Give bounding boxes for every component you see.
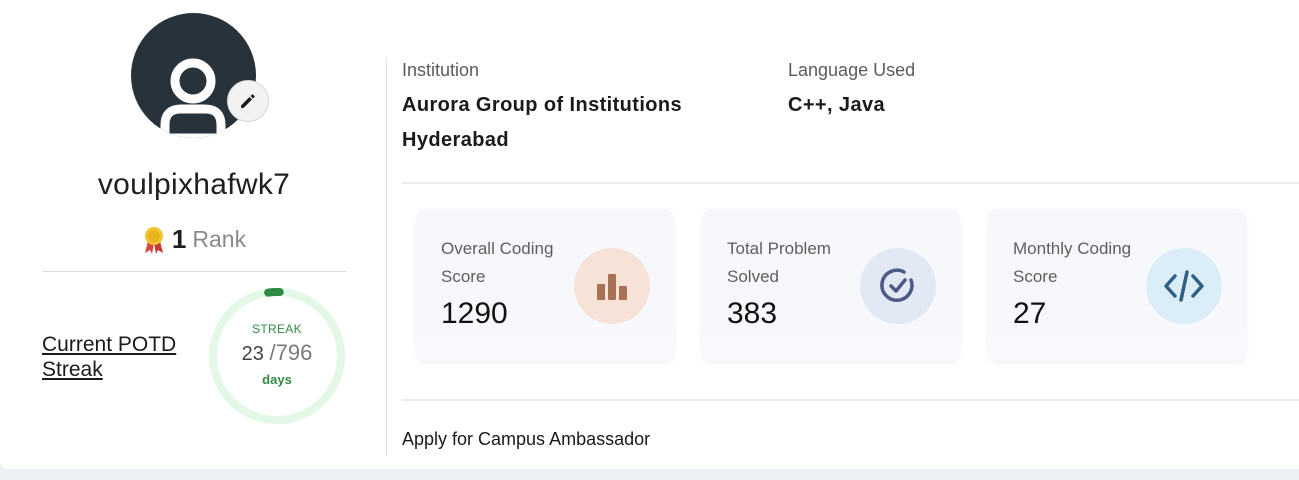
section-divider-bottom bbox=[402, 399, 1299, 401]
bar-chart-icon-badge bbox=[574, 248, 650, 324]
stat-value: 383 bbox=[727, 297, 778, 330]
stat-value: 27 bbox=[1013, 297, 1047, 330]
stat-card-overall-coding-score: Overall Coding Score 1290 bbox=[416, 209, 674, 361]
institution-label: Institution bbox=[402, 60, 480, 80]
stat-card-total-problem-solved: Total Problem Solved 383 bbox=[702, 209, 960, 361]
streak-current: 23 bbox=[241, 342, 264, 365]
stat-label: Overall Coding Score bbox=[441, 239, 554, 286]
campus-ambassador-link[interactable]: Apply for Campus Ambassador bbox=[402, 429, 650, 450]
streak-total: /796 bbox=[269, 339, 313, 365]
avatar-container bbox=[131, 13, 269, 138]
rank-value: 1 bbox=[171, 224, 187, 254]
stat-card-monthly-coding-score: Monthly Coding Score 27 bbox=[988, 209, 1246, 361]
edit-avatar-button[interactable] bbox=[227, 80, 269, 122]
check-circle-icon-badge bbox=[860, 248, 936, 324]
institution-city: Hyderabad bbox=[402, 129, 509, 151]
code-icon bbox=[1164, 270, 1204, 302]
stat-label: Monthly Coding Score bbox=[1013, 239, 1132, 286]
streak-label: STREAK bbox=[252, 321, 302, 336]
current-potd-streak-link[interactable]: Current POTD Streak bbox=[42, 332, 202, 382]
language-value: C++, Java bbox=[788, 94, 886, 116]
rank-label: Rank bbox=[192, 226, 247, 252]
institution-value: Aurora Group of Institutions Hyderabad bbox=[402, 88, 682, 158]
language-label: Language Used bbox=[788, 60, 916, 80]
medal-icon bbox=[144, 226, 163, 254]
vertical-separator bbox=[386, 58, 387, 456]
profile-card: voulpixhafwk7 1 Rank Current POTD Streak… bbox=[0, 0, 1299, 469]
stat-label: Total Problem Solved bbox=[727, 239, 831, 286]
code-icon-badge bbox=[1146, 248, 1222, 324]
pencil-icon bbox=[241, 94, 255, 108]
streak-unit: days bbox=[262, 371, 292, 387]
rank-row: 1 Rank bbox=[42, 224, 346, 255]
bar-chart-icon bbox=[597, 274, 627, 300]
institution-name: Aurora Group of Institutions bbox=[402, 94, 683, 116]
section-divider bbox=[402, 182, 1299, 184]
username: voulpixhafwk7 bbox=[97, 168, 291, 201]
streak-count: 23 /796 bbox=[242, 340, 313, 366]
streak-ring: STREAK 23 /796 days bbox=[207, 286, 347, 426]
check-circle-icon bbox=[880, 268, 914, 302]
divider bbox=[42, 271, 346, 272]
stat-value: 1290 bbox=[441, 297, 508, 330]
streak-text: STREAK 23 /796 days bbox=[207, 286, 347, 426]
